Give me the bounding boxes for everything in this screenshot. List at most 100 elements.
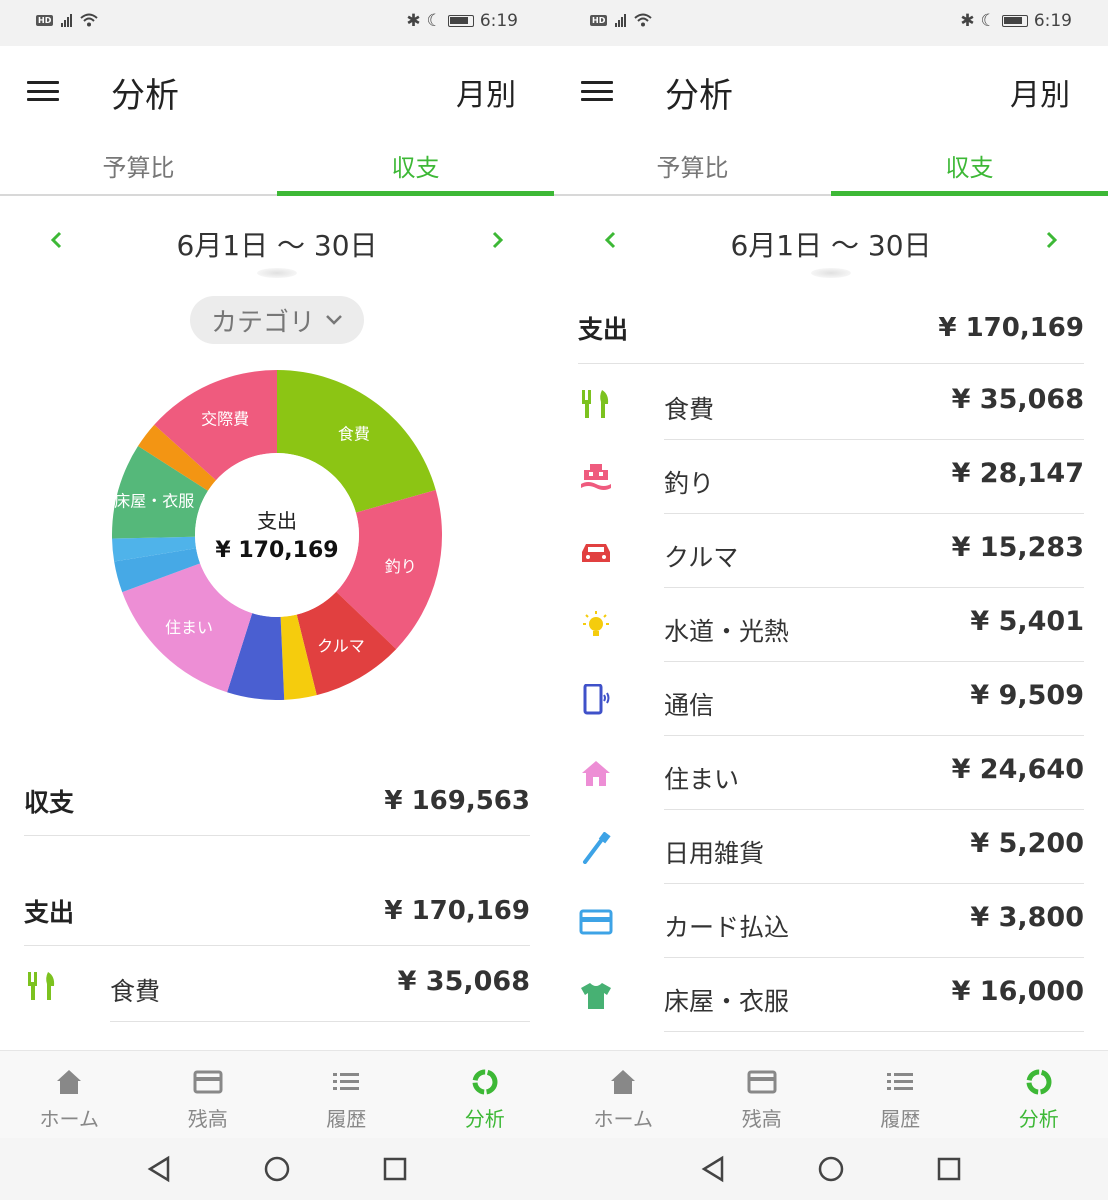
expense-donut-chart[interactable]: 食費釣りクルマ 住まい 床屋・衣服 交際費 支出 ¥ 170,169 [112,370,442,700]
donut-segment-label: 交際費 [201,410,249,429]
category-row-food[interactable]: 食費 ¥ 35,068 [554,366,1108,440]
recents-icon[interactable] [382,1155,408,1183]
back-icon[interactable] [700,1155,726,1183]
nav-label: 履歴 [326,1107,367,1131]
tab-budget[interactable]: 予算比 [0,136,277,194]
home-icon [611,1070,636,1094]
category-row-fishing[interactable]: 釣り ¥ 28,147 [554,440,1108,514]
nav-label: 残高 [741,1107,782,1131]
category-row-food[interactable]: 食費 ¥ 35,068 [0,948,554,1022]
category-list: 食費 ¥ 35,068 [0,948,554,1022]
list-icon [887,1073,914,1090]
date-navigator: 6月1日 〜 30日 [0,208,554,278]
donut-segment-label: 食費 [338,424,370,443]
expense-value: ¥ 170,169 [938,312,1084,343]
hd-badge: HD [590,14,608,26]
tab-income-expense[interactable]: 収支 [831,136,1108,196]
battery-icon [447,15,474,27]
tab-budget[interactable]: 予算比 [554,136,831,194]
category-name: 水道・光熱 [664,616,790,646]
category-value: ¥ 28,147 [951,458,1084,489]
nav-label: ホーム [39,1107,99,1131]
bluetooth-icon: ✱ [960,11,975,31]
back-icon[interactable] [146,1155,172,1183]
clock: 6:19 [1033,11,1072,31]
category-row-utilities[interactable]: 水道・光熱 ¥ 5,401 [554,588,1108,662]
category-value: ¥ 35,068 [951,384,1084,415]
nav-history[interactable]: 履歴 [831,1051,970,1138]
category-name: 食費 [110,976,161,1006]
page-title: 分析 [111,76,179,116]
nav-history[interactable]: 履歴 [277,1051,416,1138]
moon-icon: ☾ [980,11,996,31]
balance-label: 収支 [24,787,75,817]
nav-home[interactable]: ホーム [554,1051,693,1138]
menu-icon[interactable] [27,81,59,101]
period-mode-button[interactable]: 月別 [1010,70,1070,114]
nav-balance[interactable]: 残高 [693,1051,832,1138]
fork-knife-icon [576,386,616,422]
period-indicator [257,268,297,278]
wifi-icon [80,13,99,27]
screen-left: HD ✱ ☾ 6:19 分析 月別 予算比 収支 6月1日 〜 30日 カテゴリ… [0,0,554,1200]
home-circle-icon[interactable] [817,1155,845,1183]
category-name: 通信 [664,690,715,720]
expense-row: 支出 ¥ 170,169 [578,292,1084,364]
donut-center-value: ¥ 170,169 [215,538,338,563]
bluetooth-icon: ✱ [406,11,421,31]
card-icon [193,1070,223,1094]
toothbrush-icon [576,830,616,866]
nav-label: 分析 [464,1107,505,1131]
category-row-card-payment[interactable]: カード払込 ¥ 3,800 [554,884,1108,958]
car-icon [576,534,616,570]
tab-income-expense[interactable]: 収支 [277,136,554,196]
donut-segment-label: 床屋・衣服 [114,491,194,510]
wifi-icon [634,13,653,27]
chevron-right-icon[interactable] [485,228,509,252]
category-name: クルマ [664,542,739,572]
nav-balance[interactable]: 残高 [139,1051,278,1138]
balance-value: ¥ 169,563 [384,785,530,816]
tab-bar: 予算比 収支 [554,136,1108,196]
screen-right: HD ✱ ☾ 6:19 分析 月別 予算比 収支 6月1日 〜 30日 支出 ¥… [554,0,1108,1200]
bottom-nav: ホーム 残高 履歴 分析 [554,1050,1108,1138]
category-row-telecom[interactable]: 通信 ¥ 9,509 [554,662,1108,736]
expense-label: 支出 [24,897,75,927]
nav-home[interactable]: ホーム [0,1051,139,1138]
category-value: ¥ 3,800 [970,902,1084,933]
home-circle-icon[interactable] [263,1155,291,1183]
category-row-housing[interactable]: 住まい ¥ 24,640 [554,736,1108,810]
system-nav-bar [554,1138,1108,1200]
bottom-nav: ホーム 残高 履歴 分析 [0,1050,554,1138]
category-row-barber-clothes[interactable]: 床屋・衣服 ¥ 16,000 [554,958,1108,1032]
category-name: 食費 [664,394,715,424]
category-value: ¥ 16,000 [951,976,1084,1007]
expense-value: ¥ 170,169 [384,895,530,926]
category-row-daily-goods[interactable]: 日用雑貨 ¥ 5,200 [554,810,1108,884]
category-name: 日用雑貨 [664,838,765,868]
app-bar: 分析 月別 [0,46,554,136]
donut-segment-label: 住まい [165,618,213,637]
category-name: 住まい [664,764,740,794]
phone-icon [576,682,616,718]
chevron-right-icon[interactable] [1039,228,1063,252]
category-value: ¥ 35,068 [397,966,530,997]
category-name: カード払込 [664,912,790,942]
shirt-icon [576,978,616,1014]
menu-icon[interactable] [581,81,613,101]
nav-analysis[interactable]: 分析 [970,1051,1108,1138]
category-dropdown-label: カテゴリ [210,307,315,338]
recents-icon[interactable] [936,1155,962,1183]
home-icon [57,1070,82,1094]
period-label: 6月1日 〜 30日 [730,229,932,262]
category-value: ¥ 9,509 [970,680,1084,711]
category-name: 床屋・衣服 [664,986,790,1016]
donut-center-caption: 支出 [257,509,297,533]
nav-analysis[interactable]: 分析 [416,1051,555,1138]
category-dropdown[interactable]: カテゴリ [190,296,364,344]
house-icon [576,756,616,792]
category-row-car[interactable]: クルマ ¥ 15,283 [554,514,1108,588]
period-mode-button[interactable]: 月別 [456,70,516,114]
donut-segment-label: 釣り [385,557,417,576]
list-icon [333,1073,360,1090]
